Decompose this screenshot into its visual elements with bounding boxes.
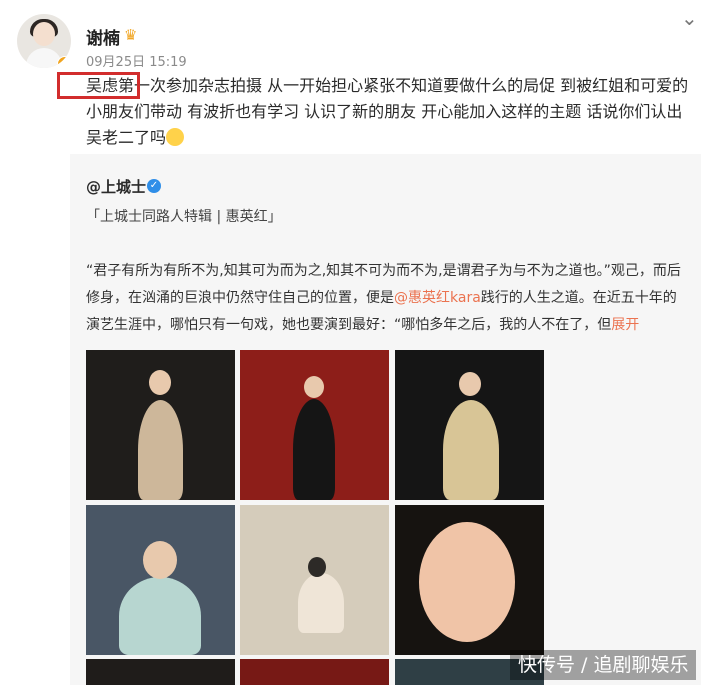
post-text: 吴虑第一次参加杂志拍摄 从一开始担心紧张不知道要做什么的局促 到被红姐和可爱的小… — [86, 73, 690, 151]
photo-5[interactable] — [240, 505, 389, 655]
mention-link[interactable]: @惠英红kara — [394, 290, 481, 306]
photo-6[interactable] — [395, 505, 544, 655]
timestamp[interactable]: 09月25日 15:19 — [86, 51, 187, 70]
repost-source-name[interactable]: @上城士 — [86, 176, 146, 197]
watermark: 快传号 / 追剧聊娱乐 — [510, 650, 697, 680]
expand-link[interactable]: 展开 — [611, 317, 639, 333]
photo-7[interactable] — [86, 659, 235, 685]
repost-tagline: 「上城士同路人特辑 | 惠英红」 — [86, 209, 282, 225]
highlight-box — [57, 72, 140, 99]
grin-emoji-icon — [166, 128, 185, 146]
photo-2[interactable] — [240, 350, 389, 500]
weibo-post: 谢楠 ♛ 09月25日 15:19 ⌄ 吴虑第一次参加杂志拍摄 从一开始担心紧张… — [0, 0, 701, 685]
photo-8[interactable] — [240, 659, 389, 685]
verified-icon: ✓ — [147, 179, 161, 193]
photo-3[interactable] — [395, 350, 544, 500]
crown-icon: ♛ — [124, 26, 138, 44]
photo-1[interactable] — [86, 350, 235, 500]
username[interactable]: 谢楠 — [86, 24, 120, 49]
photo-4[interactable] — [86, 505, 235, 655]
chevron-down-icon[interactable]: ⌄ — [681, 8, 701, 28]
avatar-icon[interactable] — [17, 14, 71, 68]
repost-text: “君子有所为有所不为,知其可为而为之,知其不可为而不为,是谓君子为与不为之道也。… — [86, 258, 686, 339]
